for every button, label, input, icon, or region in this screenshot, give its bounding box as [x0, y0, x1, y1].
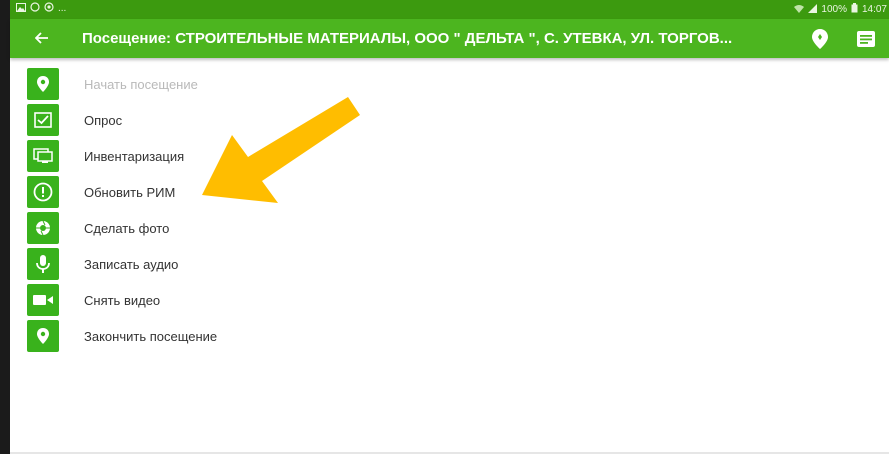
alert-circle-icon [27, 176, 59, 208]
menu-list-icon [857, 31, 875, 47]
list-item-record-video[interactable]: Снять видео [27, 282, 217, 318]
clock: 14:07 [861, 4, 887, 15]
list-item-label: Закончить посещение [84, 328, 218, 344]
image-icon [16, 2, 26, 15]
list-item-survey[interactable]: Опрос [27, 102, 217, 138]
screen-edge [0, 0, 10, 454]
pointer-arrow-icon [202, 97, 360, 203]
location-pin-icon [27, 68, 59, 100]
list-item-label: Инвентаризация [84, 148, 185, 164]
map-location-button[interactable] [808, 27, 832, 51]
battery-level: 100% [821, 4, 847, 15]
list-item-inventory[interactable]: Инвентаризация [27, 138, 217, 174]
list-item-start-visit[interactable]: Начать посещение [27, 66, 217, 102]
status-ellipsis: ... [58, 3, 67, 14]
list-item-label: Начать посещение [84, 76, 198, 92]
chrome-icon [44, 2, 54, 15]
location-pin-icon [812, 29, 828, 49]
location-pin-icon [27, 320, 59, 352]
list-item-record-audio[interactable]: Записать аудио [27, 246, 217, 282]
app-bar: Посещение: СТРОИТЕЛЬНЫЕ МАТЕРИАЛЫ, ООО "… [10, 19, 889, 58]
camera-aperture-icon [27, 212, 59, 244]
microphone-icon [27, 248, 59, 280]
cell-signal-icon [808, 3, 818, 16]
list-item-update-rim[interactable]: Обновить РИМ [27, 174, 217, 210]
list-item-end-visit[interactable]: Закончить посещение [27, 318, 217, 354]
back-button[interactable] [30, 27, 54, 49]
back-arrow-icon [34, 32, 48, 44]
list-item-label: Записать аудио [84, 256, 179, 272]
list-item-label: Снять видео [84, 292, 161, 308]
status-bar: ... 100% 14:07 [10, 0, 889, 19]
monitor-icon [27, 140, 59, 172]
checkbox-icon [27, 104, 59, 136]
list-item-label: Сделать фото [84, 220, 170, 236]
whatsapp-icon [30, 2, 40, 15]
wifi-icon [794, 4, 805, 16]
visit-actions-list: Начать посещение Опрос Инвентаризация Об… [27, 66, 217, 354]
list-item-label: Опрос [84, 112, 123, 128]
list-item-label: Обновить РИМ [84, 184, 176, 200]
list-item-take-photo[interactable]: Сделать фото [27, 210, 217, 246]
page-title: Посещение: СТРОИТЕЛЬНЫЕ МАТЕРИАЛЫ, ООО "… [82, 30, 733, 47]
battery-icon [851, 3, 858, 16]
video-camera-icon [27, 284, 59, 316]
menu-button[interactable] [855, 28, 877, 50]
